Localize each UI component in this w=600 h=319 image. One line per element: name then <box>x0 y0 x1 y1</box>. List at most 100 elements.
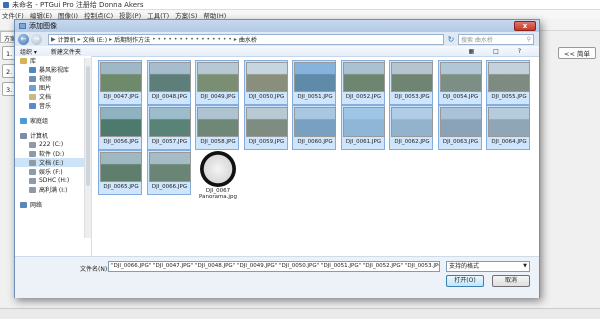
organize-button[interactable]: 组织 ▾ <box>20 47 37 56</box>
nav-scrollbar[interactable] <box>84 58 91 238</box>
nav-item[interactable]: 222 (C:) <box>15 140 91 149</box>
file-item[interactable]: DJI_0056.JPG <box>98 105 142 150</box>
file-name: DJI_0048.JPG <box>151 94 188 100</box>
file-name: DJI_0051.JPG <box>297 94 333 100</box>
file-item[interactable]: DJI_0050.JPG <box>243 60 288 105</box>
filetype-select[interactable]: 支持的格式 ▼ <box>446 261 530 272</box>
file-item[interactable]: DJI_0049.JPG <box>195 60 239 105</box>
nav-item-icon <box>29 159 36 166</box>
nav-item-icon <box>29 186 36 193</box>
cancel-button[interactable]: 取消 <box>492 275 530 287</box>
file-name: DJI_0067 Panorama.jpg <box>193 188 243 200</box>
file-item-panorama[interactable]: DJI_0067 Panorama.jpg <box>193 150 243 202</box>
menu-item[interactable]: 帮助(H) <box>203 10 226 20</box>
file-item[interactable]: DJI_0066.JPG <box>146 150 191 195</box>
nav-item-label: 文档 (E:) <box>39 160 64 167</box>
nav-item-icon <box>29 75 36 82</box>
nav-item[interactable]: 库 <box>15 56 91 65</box>
menu-item[interactable]: 文件(F) <box>2 10 24 20</box>
menu-item[interactable]: 方案(S) <box>175 10 197 20</box>
breadcrumb-chevron-icon: ▸ <box>233 35 237 43</box>
breadcrumb-computer[interactable]: 计算机 <box>58 35 76 44</box>
file-item[interactable]: DJI_0047.JPG <box>98 60 142 105</box>
file-thumbnail <box>200 151 236 187</box>
nav-item[interactable]: 音乐 <box>15 101 91 110</box>
file-item[interactable]: DJI_0057.JPG <box>146 105 191 150</box>
nav-scrollbar-thumb[interactable] <box>86 66 90 186</box>
file-name-line: Panorama.jpg <box>199 194 237 200</box>
file-thumbnail <box>245 107 288 137</box>
file-thumbnail <box>439 62 482 92</box>
simple-mode-button[interactable]: << 简单 <box>558 47 596 59</box>
back-button[interactable]: ← <box>18 33 29 45</box>
file-item[interactable]: DJI_0061.JPG <box>340 105 385 150</box>
app-titlebar: 未命名 - PTGui Pro 注册给 Donna Akers <box>0 0 600 10</box>
menu-item[interactable]: 图像(I) <box>58 10 78 20</box>
file-thumbnail <box>197 62 239 92</box>
open-button[interactable]: 打开(O) <box>446 275 484 287</box>
menu-item[interactable]: 工具(T) <box>147 10 169 20</box>
file-item[interactable]: DJI_0064.JPG <box>486 105 530 150</box>
nav-item[interactable]: 暴风影视库 <box>15 65 91 74</box>
folder-icon: ▶ <box>51 35 56 43</box>
navigation-pane: 库暴风影视库 视频图片文档 音乐家庭组计算机 222 (C:) 软件 (D:) 文档 (E… <box>15 56 92 256</box>
file-item[interactable]: DJI_0052.JPG <box>340 60 385 105</box>
nav-item[interactable]: 视频 <box>15 74 91 83</box>
menu-item[interactable]: 编辑(E) <box>30 10 52 20</box>
file-item[interactable]: DJI_0051.JPG <box>292 60 336 105</box>
address-bar[interactable]: ▶ 计算机 ▸ 文档 (E:) ▸ 后期制作方法 • • • • • • • •… <box>48 33 444 45</box>
nav-item[interactable]: 家庭组 <box>15 116 91 125</box>
nav-item[interactable]: 文档 (E:) <box>15 158 91 167</box>
search-icon: ⚲ <box>526 35 531 43</box>
file-name: DJI_0062.JPG <box>394 139 430 145</box>
file-name: DJI_0050.JPG <box>248 94 285 100</box>
nav-item-label: 计算机 <box>30 133 49 140</box>
file-item[interactable]: DJI_0063.JPG <box>437 105 482 150</box>
breadcrumb-folder[interactable]: 后期制作方法 <box>114 35 150 44</box>
nav-item-label: 图片 <box>39 85 52 92</box>
file-name: DJI_0059.JPG <box>248 139 285 145</box>
dialog-title: 添加图像 <box>29 22 57 30</box>
file-item[interactable]: DJI_0058.JPG <box>195 105 239 150</box>
refresh-icon[interactable]: ↻ <box>446 34 456 45</box>
file-item[interactable]: DJI_0060.JPG <box>292 105 336 150</box>
file-item[interactable]: DJI_0059.JPG <box>243 105 288 150</box>
file-thumbnail <box>148 62 191 92</box>
nav-item-label: 文档 <box>39 94 52 101</box>
breadcrumb-chevron-icon: ▸ <box>109 35 113 43</box>
file-name: DJI_0064.JPG <box>491 139 527 145</box>
file-item[interactable]: DJI_0065.JPG <box>98 150 142 195</box>
nav-item[interactable]: 软件 (D:) <box>15 149 91 158</box>
nav-item-icon <box>20 201 27 208</box>
file-item[interactable]: DJI_0054.JPG <box>437 60 482 105</box>
file-name: DJI_0049.JPG <box>200 94 236 100</box>
menu-item[interactable]: 投影(P) <box>119 10 141 20</box>
nav-item[interactable]: 图片 <box>15 83 91 92</box>
view-options-icon[interactable]: ▦ <box>468 48 474 55</box>
breadcrumb-drive[interactable]: 文档 (E:) <box>83 35 107 44</box>
file-item[interactable]: DJI_0055.JPG <box>486 60 530 105</box>
preview-pane-icon[interactable]: □ <box>493 48 499 55</box>
nav-item[interactable]: 网络 <box>15 200 91 209</box>
nav-item-icon <box>29 150 36 157</box>
search-input[interactable]: 搜索 曲水桥 ⚲ <box>458 33 534 45</box>
nav-item[interactable]: 文档 <box>15 92 91 101</box>
menu-item[interactable]: 控制点(C) <box>84 10 113 20</box>
file-name: DJI_0054.JPG <box>442 94 479 100</box>
forward-button[interactable]: → <box>31 33 42 45</box>
nav-item[interactable]: 高利满 (I:) <box>15 185 91 194</box>
file-item[interactable]: DJI_0062.JPG <box>389 105 433 150</box>
new-folder-button[interactable]: 新建文件夹 <box>51 47 81 56</box>
nav-item[interactable]: 娱乐 (F:) <box>15 167 91 176</box>
filename-input[interactable]: "DJI_0066.JPG" "DJI_0047.JPG" "DJI_0048.… <box>108 261 440 272</box>
file-item[interactable]: DJI_0053.JPG <box>389 60 433 105</box>
breadcrumb-current[interactable]: 曲水桥 <box>239 35 257 44</box>
file-name: DJI_0055.JPG <box>491 94 527 100</box>
nav-item-label: 娱乐 (F:) <box>39 169 63 176</box>
close-button[interactable]: x <box>514 21 536 31</box>
nav-item[interactable]: 计算机 <box>15 131 91 140</box>
file-item[interactable]: DJI_0048.JPG <box>146 60 191 105</box>
nav-item[interactable]: SDHC (H:) <box>15 176 91 185</box>
help-icon[interactable]: ? <box>518 48 521 55</box>
nav-item-label: 库 <box>30 58 37 65</box>
